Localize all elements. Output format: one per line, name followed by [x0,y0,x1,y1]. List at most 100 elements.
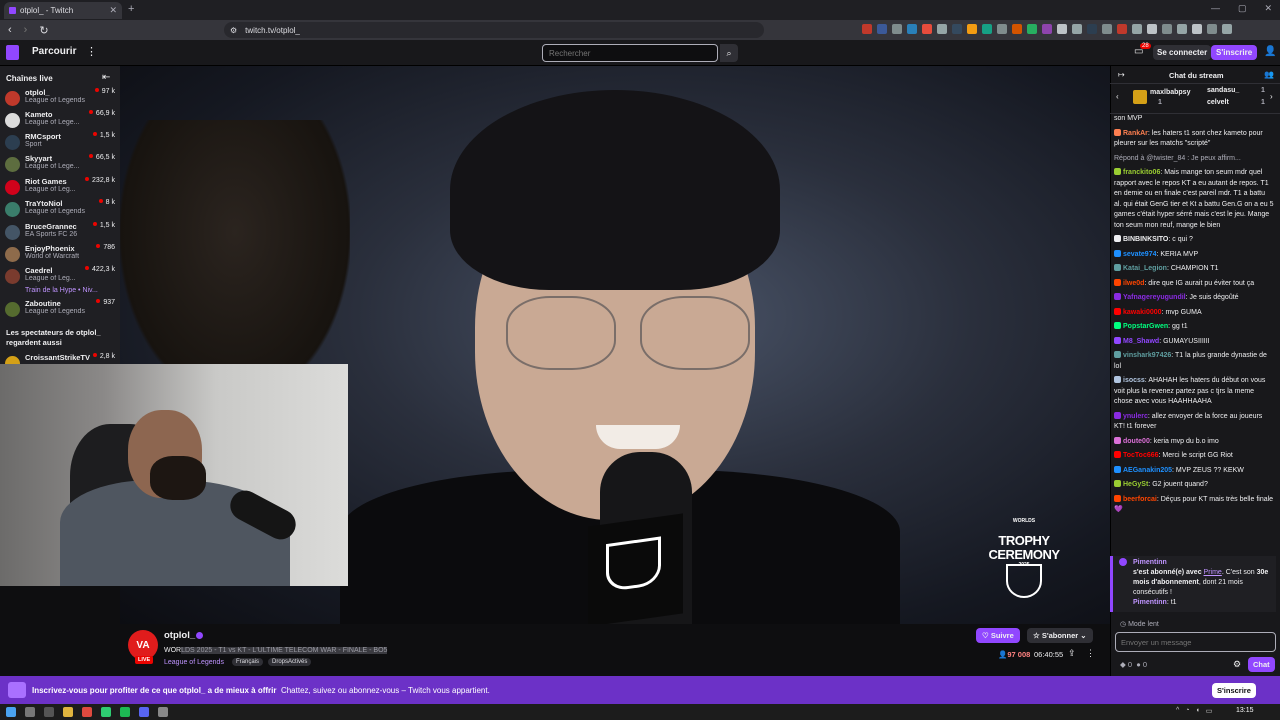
app-icon[interactable] [158,707,168,717]
back-icon[interactable]: ‹ [8,24,12,37]
login-button[interactable]: Se connecter [1153,45,1212,60]
extension-icon[interactable] [1012,24,1022,34]
channel-points[interactable]: ◆ 0 ● 0 [1120,660,1147,669]
search-icon[interactable] [25,707,35,717]
collapse-chat-icon[interactable]: ↦ [1118,70,1125,79]
forward-icon[interactable]: › [24,24,28,37]
browser-tab[interactable]: otplol_ - Twitch ✕ [4,2,122,19]
prime-link[interactable]: Prime [1204,569,1222,576]
extension-icon[interactable] [862,24,872,34]
chat-username[interactable]: PopstarGwen [1123,323,1168,330]
extension-icon[interactable] [877,24,887,34]
chat-username[interactable]: isocss [1123,377,1145,384]
extension-icon[interactable] [922,24,932,34]
sidebar-channel[interactable]: Skyyart League of Lege... 66,5 k [5,154,117,174]
sidebar-channel[interactable]: Kameto League of Lege... 66,9 k [5,110,117,130]
chat-username[interactable]: Yafnagereyugundil [1123,294,1186,301]
extension-icon[interactable] [1222,24,1232,34]
chevron-right-icon[interactable]: › [1270,92,1273,101]
chat-username[interactable]: Pimentinn [1133,599,1167,606]
chat-username[interactable]: kawaki0000 [1123,309,1162,316]
minimize-icon[interactable]: — [1211,3,1220,14]
chat-username[interactable]: ilwe0d [1123,280,1144,287]
extension-icon[interactable] [1117,24,1127,34]
chat-username[interactable]: BINBINKSITO [1123,236,1168,243]
chat-username[interactable]: franckito06 [1123,169,1160,176]
more-icon[interactable]: ⋮ [86,45,97,58]
extension-icon[interactable] [967,24,977,34]
sidebar-channel[interactable]: TraYtoNiol League of Legends 8 k [5,199,117,219]
chat-username[interactable]: TocToc666 [1123,452,1159,459]
extension-icon[interactable] [1132,24,1142,34]
extension-icon[interactable] [1207,24,1217,34]
subscribe-button[interactable]: ☆ S'abonner ⌄ [1027,628,1093,643]
maximize-icon[interactable]: ▢ [1238,3,1247,14]
extension-icon[interactable] [997,24,1007,34]
search-input[interactable] [542,44,718,62]
extension-icon[interactable] [937,24,947,34]
extension-icon[interactable] [892,24,902,34]
extension-icon[interactable] [952,24,962,34]
taskview-icon[interactable] [44,707,54,717]
chat-username[interactable]: doute00 [1123,438,1150,445]
chat-username[interactable]: ynulerc [1123,413,1148,420]
tag-drops[interactable]: DropsActivés [268,658,312,666]
extension-icon[interactable] [1162,24,1172,34]
browse-link[interactable]: Parcourir [32,46,76,57]
community-icon[interactable]: 👥 [1264,70,1274,79]
close-tab-icon[interactable]: ✕ [109,5,117,16]
twitch-logo-icon[interactable] [6,45,19,60]
chat-username[interactable]: HeGySt [1123,481,1148,488]
extension-icon[interactable] [1042,24,1052,34]
site-info-icon[interactable]: ⚙ [230,26,237,35]
wifi-icon[interactable]: ◔ [1185,707,1189,715]
whatsapp-icon[interactable] [101,707,111,717]
search-icon[interactable]: ⌕ [720,44,738,62]
extension-icon[interactable] [1027,24,1037,34]
chat-settings-icon[interactable]: ⚙ [1233,659,1241,670]
chevron-left-icon[interactable]: ‹ [1116,92,1119,101]
start-icon[interactable] [6,707,16,717]
sidebar-channel[interactable]: Zaboutine League of Legends 937 [5,299,117,319]
sidebar-channel[interactable]: otplol_ League of Legends 97 k [5,88,117,108]
volume-icon[interactable]: ◖ [1196,707,1200,715]
chat-username[interactable]: Katai_Legion [1123,265,1167,272]
chat-username[interactable]: sevate974 [1123,251,1156,258]
chevron-up-icon[interactable]: ^ [1176,707,1179,715]
sidebar-channel[interactable]: RMCsport Sport 1,5 k [5,132,117,152]
extension-icon[interactable] [1057,24,1067,34]
extension-icon[interactable] [907,24,917,34]
new-tab-button[interactable]: + [128,3,134,15]
reload-icon[interactable]: ↻ [39,24,48,37]
tag-french[interactable]: Français [232,658,264,666]
extension-icon[interactable] [1087,24,1097,34]
user-menu-icon[interactable]: 👤 [1264,46,1276,57]
signup-button[interactable]: S'inscrire [1211,45,1258,60]
url-field[interactable]: ⚙ twitch.tv/otplol_ [224,22,764,38]
share-icon[interactable]: ⇪ [1068,648,1076,659]
game-link[interactable]: League of Legends [164,659,224,666]
banner-signup-button[interactable]: S'inscrire [1212,683,1256,698]
browser-icon[interactable] [82,707,92,717]
sidebar-channel[interactable]: Riot Games League of Leg... 232,8 k [5,177,117,197]
chat-username[interactable]: RankAr [1123,130,1148,137]
sidebar-channel[interactable]: EnjoyPhoenix World of Warcraft 786 [5,244,117,264]
sidebar-channel[interactable]: BruceGrannec EA Sports FC 26 1,5 k [5,222,117,242]
chat-username[interactable]: M8_Shawd [1123,338,1159,345]
collapse-sidebar-icon[interactable]: ⇤ [102,72,110,83]
sidebar-channel[interactable]: Caedrel League of Leg... 422,3 k [5,266,117,286]
chat-username[interactable]: beerforcai [1123,496,1157,503]
chat-username[interactable]: vinshark97426 [1123,352,1171,359]
close-window-icon[interactable]: ✕ [1264,3,1272,14]
extension-icon[interactable] [1147,24,1157,34]
spotify-icon[interactable] [120,707,130,717]
discord-icon[interactable] [139,707,149,717]
extension-icon[interactable] [1177,24,1187,34]
folder-icon[interactable] [63,707,73,717]
extension-icon[interactable] [982,24,992,34]
channel-name[interactable]: otplol_ [164,630,195,641]
chat-input[interactable] [1115,632,1276,652]
chat-username[interactable]: AEGanakin205 [1123,467,1172,474]
more-options-icon[interactable]: ⋮ [1086,648,1095,659]
extension-icon[interactable] [1192,24,1202,34]
